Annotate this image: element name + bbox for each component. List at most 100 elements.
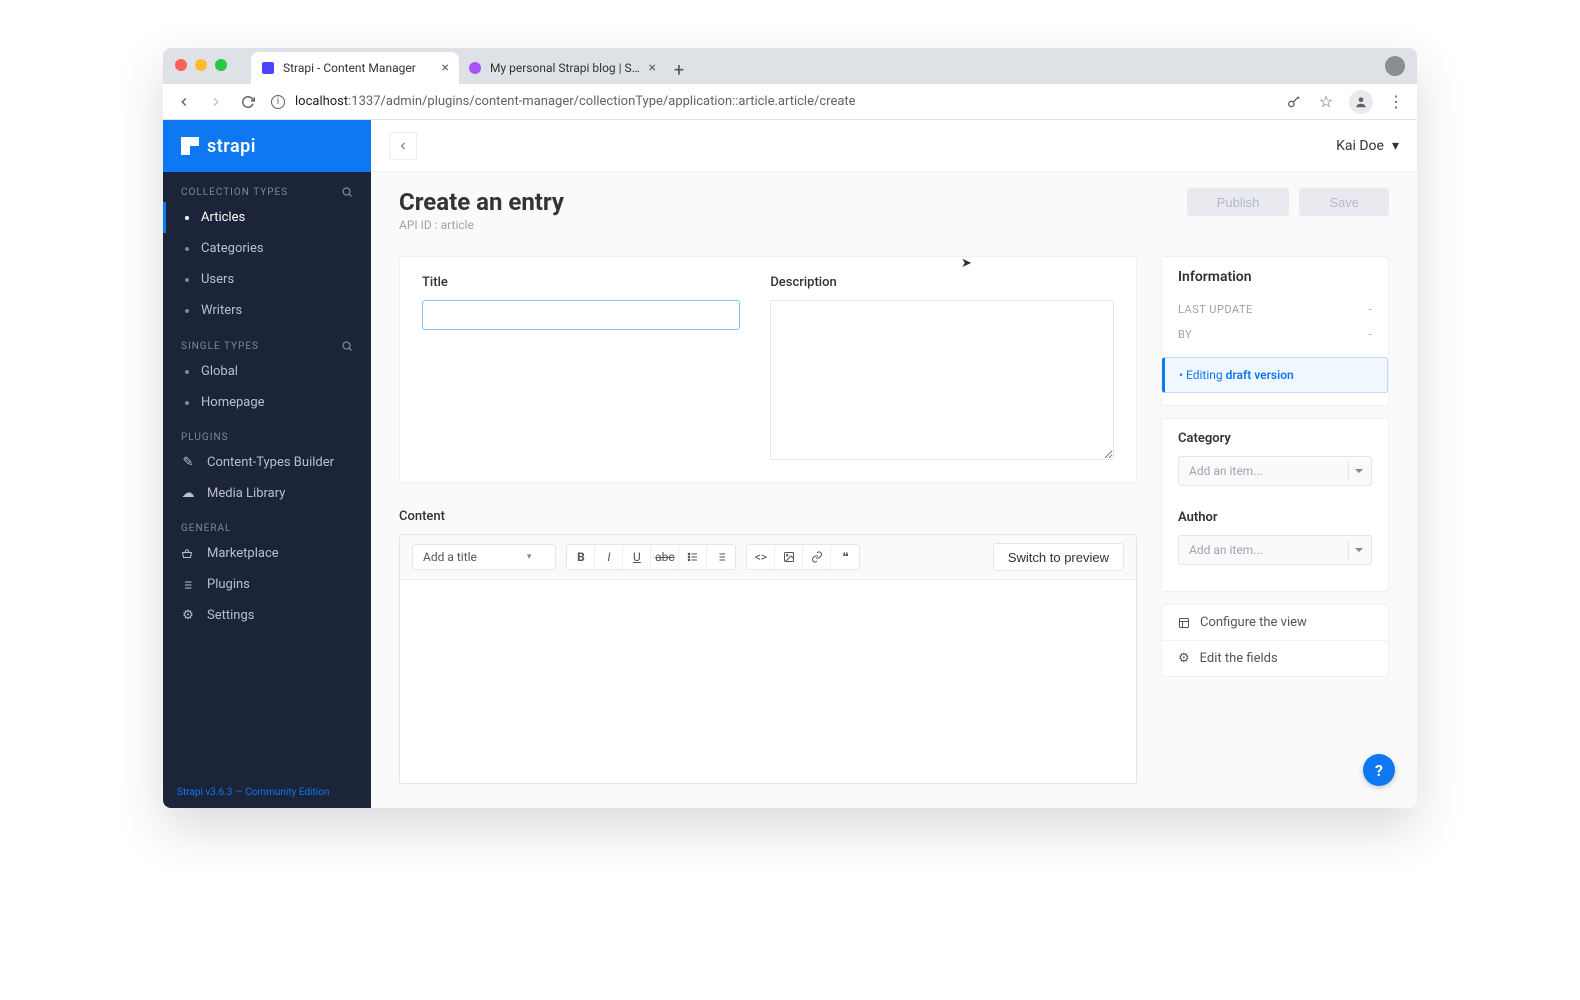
panel-heading: Information bbox=[1162, 257, 1388, 297]
content-label: Content bbox=[399, 509, 1137, 524]
preview-toggle-button[interactable]: Switch to preview bbox=[993, 543, 1124, 571]
url-host: localhost bbox=[295, 94, 348, 109]
title-label: Title bbox=[422, 275, 740, 290]
sidebar-item-settings[interactable]: ⚙Settings bbox=[163, 600, 371, 631]
list-icon bbox=[181, 579, 195, 591]
password-key-icon[interactable] bbox=[1285, 93, 1303, 111]
content-editor: Add a title ▾ B I U abc bbox=[399, 534, 1137, 784]
quote-button[interactable]: ❝ bbox=[831, 545, 859, 569]
main-area: Kai Doe ▾ Create an entry API ID : artic… bbox=[371, 120, 1417, 808]
search-icon[interactable] bbox=[341, 186, 353, 198]
window-controls bbox=[175, 59, 227, 71]
sidebar-item-label: Plugins bbox=[207, 577, 250, 592]
category-label: Category bbox=[1178, 431, 1372, 446]
tab-title: Strapi - Content Manager bbox=[283, 61, 434, 75]
help-fab-button[interactable]: ? bbox=[1363, 754, 1395, 786]
form-area: Title Description Content bbox=[371, 244, 1417, 808]
search-icon[interactable] bbox=[341, 340, 353, 352]
forward-button[interactable] bbox=[207, 93, 225, 111]
italic-button[interactable]: I bbox=[595, 545, 623, 569]
sidebar-item-marketplace[interactable]: Marketplace bbox=[163, 538, 371, 569]
sidebar-item-categories[interactable]: Categories bbox=[163, 233, 371, 264]
sidebar-item-global[interactable]: Global bbox=[163, 356, 371, 387]
information-panel: Information LAST UPDATE - BY - • Editing… bbox=[1161, 256, 1389, 406]
url-path: :1337/admin/plugins/content-manager/coll… bbox=[348, 94, 855, 109]
close-tab-icon[interactable]: × bbox=[442, 60, 449, 76]
back-button[interactable] bbox=[389, 132, 417, 160]
last-update-value: - bbox=[1368, 303, 1372, 316]
bookmark-star-icon[interactable]: ☆ bbox=[1317, 93, 1335, 111]
sidebar-item-users[interactable]: Users bbox=[163, 264, 371, 295]
description-input[interactable] bbox=[770, 300, 1114, 460]
numbered-list-button[interactable] bbox=[707, 545, 735, 569]
select-chevron-icon: ▾ bbox=[527, 552, 532, 562]
sidebar-item-label: Settings bbox=[207, 608, 254, 623]
bullet-list-button[interactable] bbox=[679, 545, 707, 569]
sidebar-item-articles[interactable]: Articles bbox=[163, 202, 371, 233]
select-placeholder: Add an item... bbox=[1189, 464, 1263, 478]
strikethrough-button[interactable]: abc bbox=[651, 545, 679, 569]
minimize-window-icon[interactable] bbox=[195, 59, 207, 71]
author-select[interactable]: Add an item... bbox=[1178, 535, 1372, 565]
title-input[interactable] bbox=[422, 300, 740, 330]
fields-card: Title Description bbox=[399, 256, 1137, 483]
sidebar-item-media-library[interactable]: ☁Media Library bbox=[163, 478, 371, 509]
sidebar-section-single-types: SINGLE TYPES bbox=[163, 326, 371, 356]
sidebar: strapi COLLECTION TYPES Articles Categor… bbox=[163, 120, 371, 808]
url-field[interactable]: i localhost:1337/admin/plugins/content-m… bbox=[271, 94, 1271, 109]
heading-select-label: Add a title bbox=[423, 550, 477, 564]
address-bar: i localhost:1337/admin/plugins/content-m… bbox=[163, 84, 1417, 120]
select-placeholder: Add an item... bbox=[1189, 543, 1263, 557]
category-select[interactable]: Add an item... bbox=[1178, 456, 1372, 486]
section-label: GENERAL bbox=[181, 523, 231, 534]
code-button[interactable]: <> bbox=[747, 545, 775, 569]
browser-tab[interactable]: My personal Strapi blog | Strap × bbox=[458, 52, 666, 84]
reload-button[interactable] bbox=[239, 93, 257, 111]
section-label: SINGLE TYPES bbox=[181, 341, 259, 352]
edit-fields-link[interactable]: ⚙ Edit the fields bbox=[1162, 640, 1388, 676]
close-window-icon[interactable] bbox=[175, 59, 187, 71]
author-label: Author bbox=[1178, 510, 1372, 525]
save-button[interactable]: Save bbox=[1299, 188, 1389, 216]
sidebar-item-label: Users bbox=[201, 272, 234, 287]
sidebar-item-label: Global bbox=[201, 364, 238, 379]
sidebar-item-plugins[interactable]: Plugins bbox=[163, 569, 371, 600]
strapi-favicon-icon bbox=[261, 61, 275, 75]
bold-button[interactable]: B bbox=[567, 545, 595, 569]
section-label: PLUGINS bbox=[181, 432, 229, 443]
sidebar-footer: Strapi v3.6.3 — Community Edition bbox=[163, 783, 371, 802]
sidebar-item-writers[interactable]: Writers bbox=[163, 295, 371, 326]
sidebar-item-label: Categories bbox=[201, 241, 264, 256]
site-info-icon[interactable]: i bbox=[271, 95, 285, 109]
maximize-window-icon[interactable] bbox=[215, 59, 227, 71]
browser-window: Strapi - Content Manager × My personal S… bbox=[163, 48, 1417, 808]
draft-status-badge: • Editing draft version bbox=[1162, 357, 1388, 393]
sidebar-section-general: GENERAL bbox=[163, 509, 371, 538]
underline-button[interactable]: U bbox=[623, 545, 651, 569]
heading-select[interactable]: Add a title ▾ bbox=[412, 544, 556, 570]
page-title: Create an entry bbox=[399, 188, 564, 216]
browser-tab-strip: Strapi - Content Manager × My personal S… bbox=[163, 48, 1417, 84]
configure-view-link[interactable]: Configure the view bbox=[1162, 605, 1388, 640]
kebab-menu-icon[interactable]: ⋮ bbox=[1387, 93, 1405, 111]
new-tab-button[interactable]: + bbox=[665, 56, 693, 84]
browser-tab-active[interactable]: Strapi - Content Manager × bbox=[251, 52, 459, 84]
browser-account-icon[interactable] bbox=[1385, 56, 1405, 76]
sidebar-item-homepage[interactable]: Homepage bbox=[163, 387, 371, 418]
profile-icon[interactable] bbox=[1349, 90, 1373, 114]
relations-panel: Category Add an item... Author Add an it… bbox=[1161, 418, 1389, 592]
sidebar-item-label: Content-Types Builder bbox=[207, 455, 334, 470]
view-links-panel: Configure the view ⚙ Edit the fields bbox=[1161, 604, 1389, 677]
sidebar-item-content-types-builder[interactable]: ✎Content-Types Builder bbox=[163, 447, 371, 478]
close-tab-icon[interactable]: × bbox=[649, 60, 656, 76]
image-button[interactable] bbox=[775, 545, 803, 569]
link-button[interactable] bbox=[803, 545, 831, 569]
logo[interactable]: strapi bbox=[163, 120, 371, 172]
layout-icon bbox=[1178, 617, 1190, 629]
publish-button[interactable]: Publish bbox=[1187, 188, 1290, 216]
app-root: strapi COLLECTION TYPES Articles Categor… bbox=[163, 120, 1417, 808]
back-button[interactable] bbox=[175, 93, 193, 111]
editor-body[interactable] bbox=[400, 580, 1136, 783]
user-menu[interactable]: Kai Doe ▾ bbox=[1336, 138, 1399, 154]
by-value: - bbox=[1368, 328, 1372, 341]
